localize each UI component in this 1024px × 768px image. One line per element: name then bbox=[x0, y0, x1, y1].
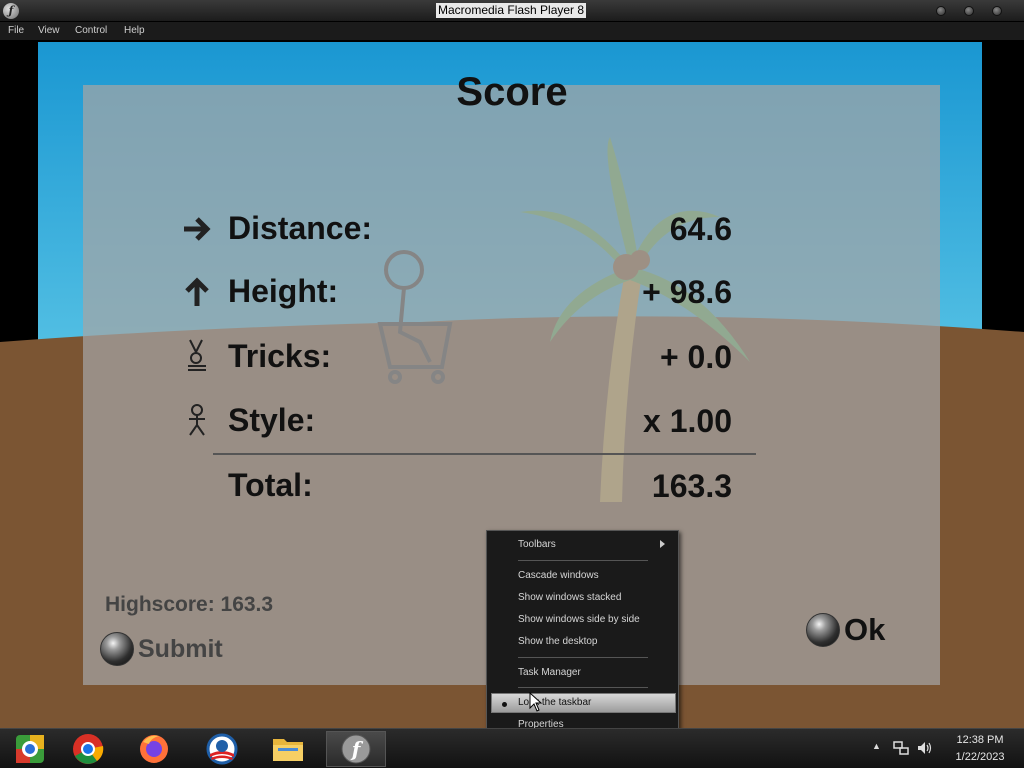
checked-bullet-icon bbox=[502, 702, 507, 707]
submit-label: Submit bbox=[138, 634, 223, 663]
flash-player-icon[interactable]: f bbox=[326, 731, 386, 767]
chrome-remote-desktop-icon[interactable] bbox=[0, 731, 60, 767]
clock-time[interactable]: 12:38 PM bbox=[950, 734, 1010, 746]
volume-icon[interactable] bbox=[917, 741, 933, 755]
taskbar: f ▲ 12:38 PM 1/22/2023 bbox=[0, 728, 1024, 768]
clock-date[interactable]: 1/22/2023 bbox=[945, 751, 1015, 763]
height-label: Height: bbox=[228, 273, 339, 309]
stick-figure-icon bbox=[189, 404, 205, 436]
menu-item-stacked[interactable]: Show windows stacked bbox=[518, 592, 621, 603]
firefox-icon[interactable] bbox=[124, 731, 184, 767]
menu-separator bbox=[518, 657, 648, 658]
ok-label: Ok bbox=[844, 612, 886, 647]
menu-item-cascade[interactable]: Cascade windows bbox=[518, 570, 599, 581]
total-value: 163.3 bbox=[651, 468, 732, 504]
taskbar-context-menu: Toolbars Cascade windows Show windows st… bbox=[486, 530, 679, 739]
close-button[interactable] bbox=[992, 6, 1002, 16]
chrome-icon[interactable] bbox=[58, 731, 118, 767]
distance-value: 64.6 bbox=[669, 211, 732, 247]
obama-logo-icon[interactable] bbox=[192, 731, 252, 767]
total-label: Total: bbox=[228, 467, 313, 503]
style-value: x 1.00 bbox=[643, 403, 732, 439]
menu-separator bbox=[518, 560, 648, 561]
menu-view[interactable]: View bbox=[38, 25, 60, 36]
submit-orb-icon bbox=[100, 632, 134, 666]
total-divider bbox=[213, 453, 756, 455]
highscore-text: Highscore: 163.3 bbox=[105, 593, 274, 616]
tricks-value: + 0.0 bbox=[659, 339, 732, 375]
title-bar: ƒ Macromedia Flash Player 8 bbox=[0, 0, 1024, 22]
trick-figure-icon bbox=[188, 339, 206, 371]
maximize-button[interactable] bbox=[964, 6, 974, 16]
menu-item-show-desktop[interactable]: Show the desktop bbox=[518, 636, 598, 647]
menu-help[interactable]: Help bbox=[124, 25, 145, 36]
tricks-label: Tricks: bbox=[228, 338, 332, 374]
window-title: Macromedia Flash Player 8 bbox=[436, 3, 587, 18]
network-icon[interactable] bbox=[893, 741, 909, 755]
ok-orb-icon bbox=[806, 613, 840, 647]
flash-app-icon[interactable]: ƒ bbox=[3, 3, 19, 19]
menu-item-side-by-side[interactable]: Show windows side by side bbox=[518, 614, 640, 625]
show-hidden-icons-icon[interactable]: ▲ bbox=[872, 741, 881, 751]
distance-label: Distance: bbox=[228, 210, 373, 246]
mouse-cursor-icon bbox=[529, 692, 543, 712]
menu-item-toolbars[interactable]: Toolbars bbox=[518, 539, 556, 550]
menu-file[interactable]: File bbox=[8, 25, 24, 36]
menu-item-task-manager[interactable]: Task Manager bbox=[518, 667, 581, 678]
height-value: + 98.6 bbox=[642, 274, 732, 310]
submit-button[interactable]: Submit bbox=[100, 631, 223, 667]
score-title: Score bbox=[456, 70, 568, 114]
arrow-up-icon bbox=[185, 277, 209, 306]
menu-control[interactable]: Control bbox=[75, 25, 107, 36]
minimize-button[interactable] bbox=[936, 6, 946, 16]
menu-bar: File View Control Help bbox=[0, 22, 1024, 41]
ok-button[interactable]: Ok bbox=[806, 611, 885, 649]
arrow-right-icon bbox=[184, 217, 211, 241]
submenu-arrow-icon bbox=[660, 540, 665, 548]
menu-separator bbox=[518, 687, 648, 688]
file-explorer-icon[interactable] bbox=[258, 731, 318, 767]
style-label: Style: bbox=[228, 402, 316, 438]
